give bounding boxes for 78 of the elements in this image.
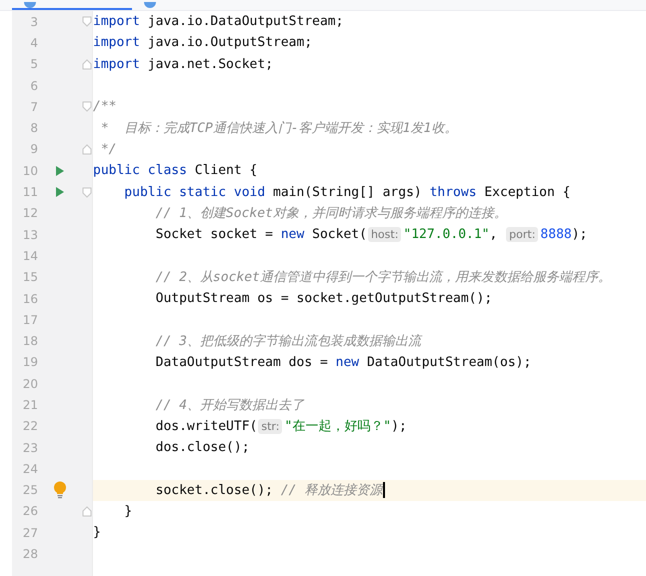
code-comment: // 2、从socket通信管道中得到一个字节输出流，用来发数据给服务端程序。: [154, 269, 611, 286]
line-number: 8: [29, 121, 38, 136]
code-text: Socket socket =: [154, 227, 274, 242]
run-icon[interactable]: [55, 186, 65, 198]
string-literal: "在一起，好吗？": [284, 418, 392, 436]
code-text: DataOutputStream(os);: [366, 354, 532, 370]
code-text: main(String[] args): [272, 184, 423, 200]
code-comment: // 1、创建Socket对象，并同时请求与服务端程序的连接。: [154, 205, 507, 222]
line-number: 26: [22, 504, 38, 518]
line-number: 22: [22, 419, 38, 434]
line-number: 27: [22, 526, 38, 540]
class-file-icon: [144, 2, 156, 8]
code-keyword: import: [93, 56, 140, 72]
line-number: 18: [22, 334, 38, 348]
code-text: OutputStream os = socket.getOutputStream();: [154, 291, 492, 306]
line-number: 28: [22, 547, 38, 562]
parameter-hint: str:: [258, 418, 282, 434]
line-number: 12: [22, 206, 38, 220]
fold-marker-icon[interactable]: [82, 58, 92, 70]
line-number: 15: [22, 270, 38, 284]
line-number: 19: [22, 355, 38, 370]
code-text: DataOutputStream dos =: [154, 354, 329, 370]
code-keyword: import: [93, 35, 140, 50]
parameter-hint: port:: [506, 227, 538, 242]
line-number: 23: [22, 440, 38, 455]
line-number: 5: [29, 57, 38, 72]
line-number: 10: [22, 164, 38, 178]
line-number: 3: [29, 14, 38, 29]
class-file-icon: [24, 2, 36, 8]
line-number: 6: [29, 78, 38, 93]
fold-marker-icon[interactable]: [82, 186, 92, 198]
code-text: Socket(: [311, 227, 367, 242]
code-text: );: [391, 418, 407, 434]
code-text: socket.close();: [154, 482, 274, 498]
line-number: 14: [22, 248, 38, 263]
code-comment: // 4、开始写数据出去了: [154, 396, 304, 414]
line-number: 11: [22, 185, 38, 200]
fold-marker-icon[interactable]: [82, 144, 92, 155]
line-number: 20: [22, 376, 38, 391]
code-comment: /**: [93, 99, 116, 114]
parameter-hint: host:: [368, 227, 402, 242]
fold-marker-icon[interactable]: [82, 506, 92, 517]
line-number: 4: [29, 36, 38, 50]
code-text: ,: [490, 227, 498, 242]
code-text: java.io.OutputStream;: [146, 35, 312, 50]
line-number: 16: [22, 292, 38, 306]
code-comment: * 目标：完成TCP通信快速入门-客户端开发：实现1发1收。: [100, 120, 458, 138]
code-comment: // 3、把低级的字节输出流包装成数据输出流: [154, 333, 421, 350]
code-comment: */: [100, 142, 116, 157]
code-keyword: import: [93, 14, 140, 30]
line-number: 13: [22, 228, 38, 242]
code-text: java.io.DataOutputStream;: [146, 14, 344, 30]
code-text: Exception {: [483, 184, 570, 200]
lightbulb-icon[interactable]: [53, 481, 67, 500]
fold-marker-icon[interactable]: [82, 16, 92, 28]
line-number: 7: [29, 100, 38, 114]
line-number: 9: [29, 142, 38, 156]
line-number: 25: [22, 483, 38, 498]
code-text: }: [93, 525, 101, 540]
code-text: Client {: [194, 163, 258, 178]
code-text: dos.close();: [154, 440, 250, 456]
string-literal: "127.0.0.1": [403, 227, 490, 242]
code-keyword: new: [280, 227, 304, 242]
fold-marker-icon[interactable]: [82, 101, 92, 112]
code-text: );: [572, 227, 588, 242]
code-keyword: public static void: [123, 184, 266, 200]
number-literal: 8888: [540, 227, 572, 242]
code-keyword: new: [336, 354, 360, 370]
line-number: 24: [22, 462, 38, 476]
code-keyword: public class: [93, 163, 187, 178]
code-text: }: [123, 504, 132, 519]
code-text: java.net.Socket;: [146, 56, 274, 72]
line-number: 21: [22, 398, 38, 412]
line-number: 17: [22, 312, 38, 327]
code-comment: // 释放连接资源: [280, 482, 382, 500]
code-text: dos.writeUTF(: [154, 418, 258, 434]
run-icon[interactable]: [55, 164, 65, 177]
code-keyword: throws: [430, 184, 477, 200]
